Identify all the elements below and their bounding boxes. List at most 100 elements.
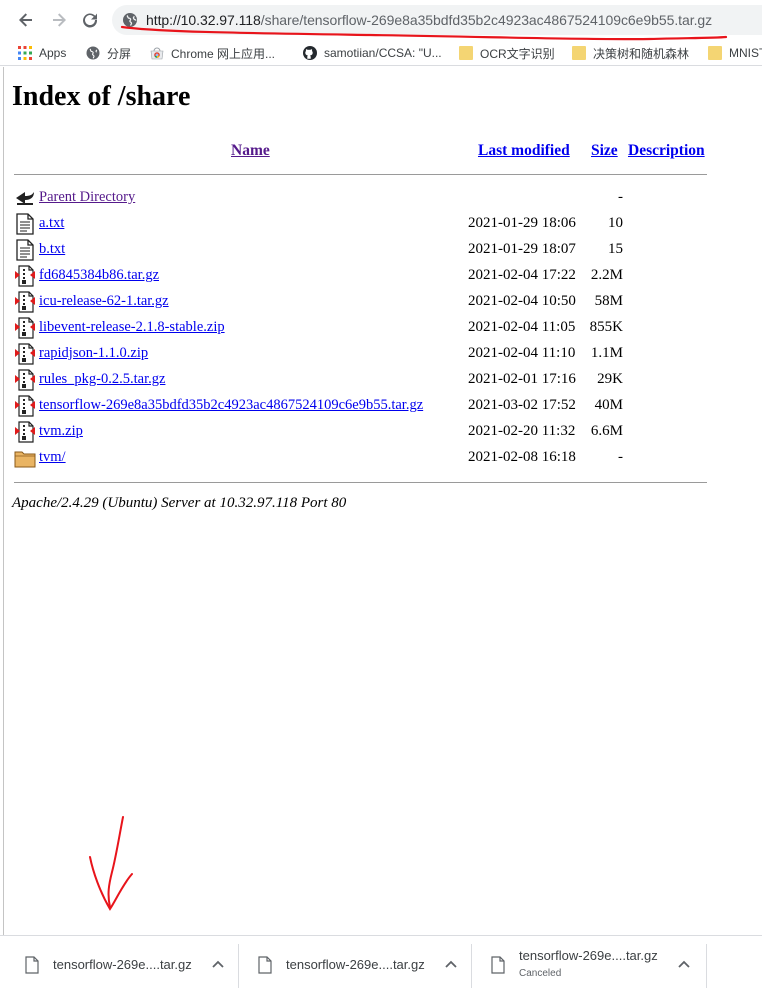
annotation-arrow [89, 816, 133, 911]
file-last-modified: 2021-01-29 18:06 [468, 215, 576, 231]
file-link[interactable]: a.txt [39, 215, 64, 232]
download-filename: tensorflow-269e....tar.gz [519, 948, 658, 963]
chrome-webstore-icon [150, 47, 164, 60]
bookmark-label: samotiian/CCSA: "U... [324, 46, 442, 60]
download-filename: tensorflow-269e....tar.gz [53, 957, 192, 972]
bookmark-chrome-webstore[interactable]: Chrome 网上应用... [150, 43, 275, 63]
file-size: - [618, 449, 623, 465]
table-row: b.txt 2021-01-29 18:07 15 [0, 237, 762, 263]
file-last-modified: 2021-02-04 10:50 [468, 293, 576, 309]
bookmark-label: 分屏 [107, 46, 132, 61]
column-header-last-modified[interactable]: Last modified [478, 142, 570, 160]
file-size: 1.1M [590, 345, 623, 361]
download-status: Canceled [519, 968, 562, 979]
back-arrow-icon [19, 13, 32, 27]
download-item[interactable]: tensorflow-269e....tar.gz [5, 944, 238, 988]
file-last-modified: 2021-02-04 11:10 [468, 345, 576, 361]
chevron-up-icon[interactable] [210, 957, 226, 973]
archive-icon [14, 317, 36, 339]
apps-grid-icon [18, 46, 32, 60]
bookmark-apps[interactable]: Apps [18, 43, 66, 63]
file-link[interactable]: Parent Directory [39, 189, 135, 206]
bookmark-label: Apps [39, 46, 67, 60]
reload-icon [83, 13, 98, 28]
bookmark-label: 决策树和随机森林 [593, 46, 690, 61]
folder-icon [459, 46, 473, 60]
chevron-up-icon[interactable] [676, 957, 692, 973]
file-link[interactable]: icu-release-62-1.tar.gz [39, 293, 169, 310]
bookmark-label: OCR文字识别 [480, 46, 555, 61]
download-divider [706, 944, 707, 988]
text-file-icon [14, 239, 36, 261]
file-link[interactable]: b.txt [39, 241, 65, 258]
back-button[interactable] [14, 8, 38, 32]
download-item[interactable]: tensorflow-269e....tar.gz [238, 944, 471, 988]
forward-arrow-icon [53, 13, 66, 27]
file-last-modified: 2021-02-08 16:18 [468, 449, 576, 465]
globe-icon [86, 46, 100, 60]
file-size: 58M [594, 293, 623, 309]
url-host: http://10.32.97.118 [146, 12, 261, 28]
file-size: 10 [608, 215, 623, 231]
file-size: 2.2M [590, 267, 623, 283]
footer-divider [14, 482, 707, 483]
forward-button[interactable] [47, 8, 71, 32]
reload-button[interactable] [78, 8, 102, 32]
archive-icon [14, 291, 36, 313]
table-row: a.txt 2021-01-29 18:06 10 [0, 211, 762, 237]
folder-icon [14, 447, 36, 469]
file-last-modified: 2021-02-04 11:05 [468, 319, 576, 335]
column-header-description[interactable]: Description [628, 142, 705, 160]
document-icon [491, 956, 505, 974]
bookmark-folder-decision-tree[interactable]: 决策树和随机森林 [572, 43, 689, 63]
bookmark-label: MNIST [729, 46, 762, 60]
archive-icon [14, 395, 36, 417]
address-bar[interactable]: http://10.32.97.118/share/tensorflow-269… [112, 5, 762, 35]
file-size: 29K [597, 371, 623, 387]
bookmark-github-ccsa[interactable]: samotiian/CCSA: "U... [303, 43, 442, 63]
bookmark-folder-ocr[interactable]: OCR文字识别 [459, 43, 555, 63]
file-link[interactable]: fd6845384b86.tar.gz [39, 267, 159, 284]
table-row: tensorflow-269e8a35bdfd35b2c4923ac486752… [0, 393, 762, 419]
file-last-modified: 2021-02-04 17:22 [468, 267, 576, 283]
chevron-up-icon[interactable] [443, 957, 459, 973]
column-header-name[interactable]: Name [231, 142, 270, 160]
url-path: /share/tensorflow-269e8a35bdfd35b2c4923a… [260, 12, 713, 28]
file-link[interactable]: tensorflow-269e8a35bdfd35b2c4923ac486752… [39, 397, 423, 414]
file-size: - [618, 189, 623, 205]
page-title: Index of /share [12, 81, 191, 112]
table-row: tvm.zip 2021-02-20 11:32 6.6M [0, 419, 762, 445]
header-divider [14, 174, 707, 175]
url-text: http://10.32.97.118/share/tensorflow-269… [146, 12, 712, 28]
file-last-modified: 2021-02-01 17:16 [468, 371, 576, 387]
file-link[interactable]: libevent-release-2.1.8-stable.zip [39, 319, 225, 336]
browser-toolbar: http://10.32.97.118/share/tensorflow-269… [0, 0, 762, 40]
back-arrow-icon [14, 187, 36, 209]
table-row: icu-release-62-1.tar.gz 2021-02-04 10:50 5… [0, 289, 762, 315]
bookmark-split-screen[interactable]: 分屏 [86, 43, 131, 63]
download-shelf: tensorflow-269e....tar.gz tensorflow-269… [0, 935, 762, 995]
file-size: 40M [594, 397, 623, 413]
file-link[interactable]: rapidjson-1.1.0.zip [39, 345, 148, 362]
download-item[interactable]: tensorflow-269e....tar.gz Canceled [471, 944, 704, 988]
file-last-modified: 2021-03-02 17:52 [468, 397, 576, 413]
folder-icon [572, 46, 586, 60]
server-signature: Apache/2.4.29 (Ubuntu) Server at 10.32.9… [12, 495, 347, 511]
bookmark-folder-mnist[interactable]: MNIST [708, 43, 762, 63]
folder-icon [708, 46, 722, 60]
file-size: 6.6M [590, 423, 623, 439]
text-file-icon [14, 213, 36, 235]
bookmark-label: Chrome 网上应用... [171, 46, 276, 61]
file-size: 855K [589, 319, 623, 335]
file-size: 15 [608, 241, 623, 257]
table-row: fd6845384b86.tar.gz 2021-02-04 17:22 2.2M [0, 263, 762, 289]
file-link[interactable]: rules_pkg-0.2.5.tar.gz [39, 371, 165, 388]
archive-icon [14, 265, 36, 287]
table-row: rapidjson-1.1.0.zip 2021-02-04 11:10 1.1M [0, 341, 762, 367]
file-link[interactable]: tvm/ [39, 449, 66, 466]
column-header-size[interactable]: Size [591, 142, 618, 160]
file-link[interactable]: tvm.zip [39, 423, 83, 440]
download-filename: tensorflow-269e....tar.gz [286, 957, 425, 972]
bookmarks-bar: Apps 分屏 Chrome 网上应用... samotiian/CCSA: "… [0, 40, 762, 66]
github-icon [303, 46, 317, 60]
